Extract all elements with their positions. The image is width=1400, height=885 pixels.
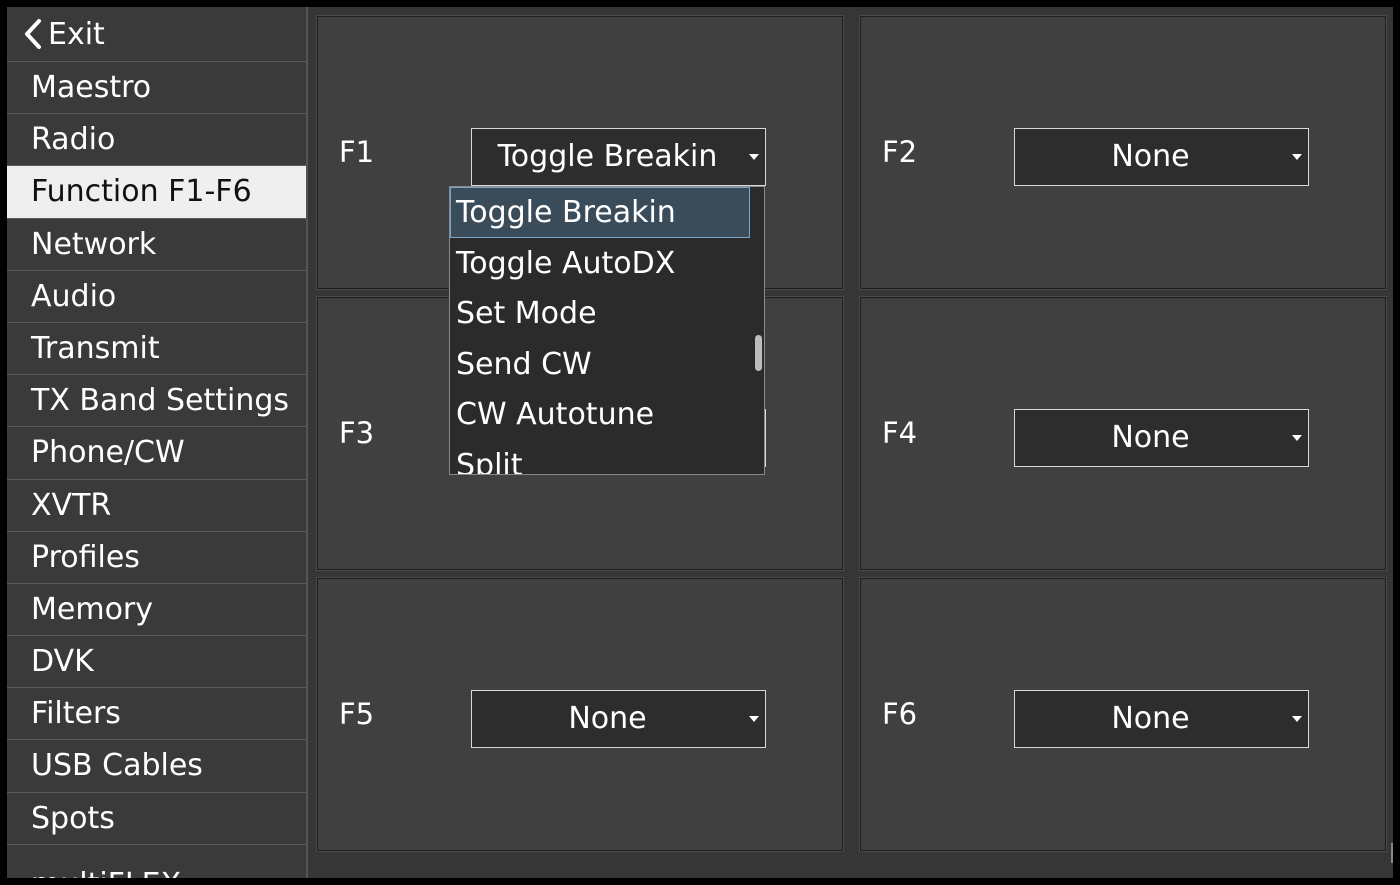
caret-down-icon [1292, 154, 1302, 160]
nav-item-filters[interactable]: Filters [7, 688, 306, 741]
f6-label: F6 [882, 697, 918, 731]
f1-dropdown-list[interactable]: Toggle Breakin Toggle AutoDX Set Mode Se… [449, 186, 765, 475]
nav-item-network[interactable]: Network [7, 219, 306, 271]
window-edge-mark [1391, 843, 1393, 863]
sidebar: Exit Maestro Radio Function F1-F6 Networ… [7, 7, 308, 878]
nav-item-label: Radio [31, 122, 116, 158]
dropdown-option-send-cw[interactable]: Send CW [450, 339, 750, 390]
nav-item-label: DVK [31, 644, 94, 680]
f4-label: F4 [882, 416, 918, 450]
f5-dropdown[interactable]: None [471, 690, 766, 748]
nav-item-label: Transmit [31, 330, 160, 366]
f6-dropdown-value: None [1111, 701, 1190, 736]
f6-cell: F6 None [859, 577, 1387, 852]
dropdown-scrollbar-thumb[interactable] [755, 335, 762, 371]
caret-down-icon [749, 154, 759, 160]
f2-dropdown[interactable]: None [1014, 128, 1309, 186]
nav-item-label: Function F1-F6 [31, 174, 252, 210]
exit-label: Exit [48, 16, 105, 52]
nav-item-tx-band-settings[interactable]: TX Band Settings [7, 375, 306, 428]
f6-dropdown[interactable]: None [1014, 690, 1309, 748]
dropdown-option-toggle-breakin[interactable]: Toggle Breakin [450, 187, 750, 238]
nav-item-radio[interactable]: Radio [7, 114, 306, 167]
exit-button[interactable]: Exit [7, 7, 306, 62]
nav-item-label: USB Cables [31, 748, 203, 784]
nav-item-phone-cw[interactable]: Phone/CW [7, 427, 306, 480]
f1-label: F1 [339, 135, 375, 169]
nav-item-multiflex[interactable]: multiFLEX [7, 845, 306, 878]
nav-item-memory[interactable]: Memory [7, 584, 306, 637]
nav-item-label: XVTR [31, 487, 112, 523]
nav-list: Maestro Radio Function F1-F6 Network Aud… [7, 62, 306, 878]
nav-item-label: TX Band Settings [31, 383, 290, 419]
f2-cell: F2 None [859, 15, 1387, 290]
f4-cell: F4 None [859, 296, 1387, 571]
nav-item-xvtr[interactable]: XVTR [7, 480, 306, 532]
nav-item-label: Spots [31, 800, 115, 836]
nav-item-function-f1-f6[interactable]: Function F1-F6 [7, 166, 306, 219]
nav-item-label: Audio [31, 278, 117, 314]
f5-cell: F5 None [316, 577, 844, 852]
chevron-left-icon [25, 19, 41, 49]
f1-dropdown[interactable]: Toggle Breakin [471, 128, 766, 186]
nav-item-label: Maestro [31, 70, 152, 105]
f5-label: F5 [339, 697, 375, 731]
f4-dropdown-value: None [1111, 420, 1190, 455]
caret-down-icon [749, 716, 759, 722]
f4-dropdown[interactable]: None [1014, 409, 1309, 467]
nav-item-spots[interactable]: Spots [7, 793, 306, 845]
caret-down-icon [1292, 435, 1302, 441]
dropdown-option-set-mode[interactable]: Set Mode [450, 288, 750, 339]
nav-item-maestro[interactable]: Maestro [7, 62, 306, 115]
nav-item-profiles[interactable]: Profiles [7, 532, 306, 584]
nav-item-dvk[interactable]: DVK [7, 636, 306, 689]
caret-down-icon [1292, 716, 1302, 722]
dropdown-option-split[interactable]: Split [450, 440, 750, 474]
nav-item-label: Network [31, 226, 157, 262]
dropdown-option-cw-autotune[interactable]: CW Autotune [450, 389, 750, 440]
nav-item-usb-cables[interactable]: USB Cables [7, 740, 306, 793]
nav-item-label: Profiles [31, 539, 140, 575]
nav-item-label: Phone/CW [31, 435, 185, 471]
f3-label: F3 [339, 416, 375, 450]
nav-item-label: Memory [31, 591, 154, 627]
f5-dropdown-value: None [568, 701, 647, 736]
nav-item-label: multiFLEX [31, 859, 181, 878]
nav-item-audio[interactable]: Audio [7, 271, 306, 323]
nav-item-label: Filters [31, 696, 121, 732]
nav-item-transmit[interactable]: Transmit [7, 323, 306, 376]
f1-dropdown-value: Toggle Breakin [497, 139, 718, 174]
dropdown-option-toggle-autodx[interactable]: Toggle AutoDX [450, 238, 750, 289]
f2-dropdown-value: None [1111, 139, 1190, 174]
f2-label: F2 [882, 135, 918, 169]
